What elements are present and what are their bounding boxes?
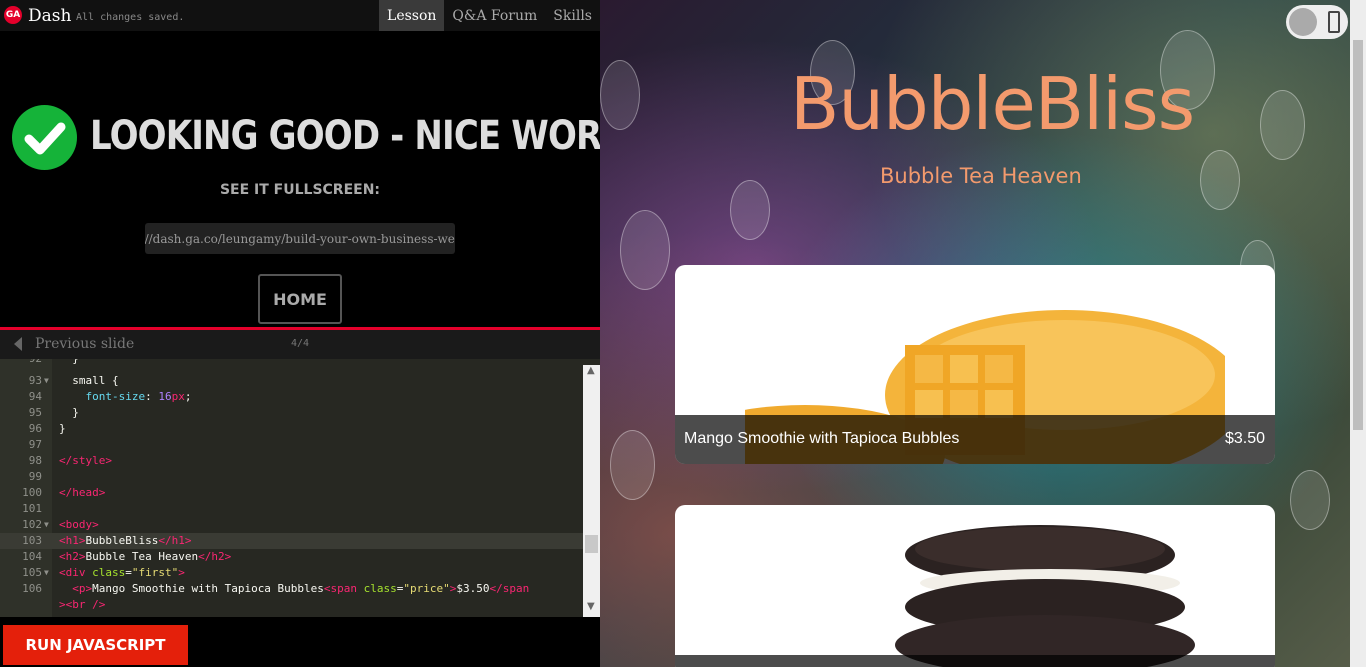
code-line: ><br /> bbox=[59, 598, 106, 611]
line-number: 92 bbox=[0, 359, 42, 367]
app-title: Dash bbox=[28, 6, 72, 26]
previous-arrow-icon[interactable] bbox=[14, 337, 22, 351]
success-headline: LOOKING GOOD - NICE WORK! bbox=[90, 113, 642, 159]
line-number: 101 bbox=[22, 502, 42, 515]
bokeh-bubble bbox=[610, 430, 655, 500]
bokeh-bubble bbox=[730, 180, 770, 240]
bokeh-bubble bbox=[1200, 150, 1240, 210]
line-number: 95 bbox=[28, 406, 42, 419]
checkmark-icon bbox=[12, 105, 77, 170]
line-number: 98 bbox=[28, 454, 42, 467]
code-line: small { bbox=[59, 374, 119, 387]
bokeh-bubble bbox=[600, 60, 640, 130]
previous-slide-button[interactable]: Previous slide bbox=[35, 336, 134, 352]
bokeh-bubble bbox=[1290, 470, 1330, 530]
lesson-panel: GA Dash All changes saved. Lesson Q&A Fo… bbox=[0, 0, 642, 667]
preview-pane: BubbleBliss Bubble Tea Heaven Mango Smoo… bbox=[600, 0, 1366, 667]
slide-counter: 4/4 bbox=[291, 338, 310, 349]
item-name: Mango Smoothie with Tapioca Bubbles bbox=[684, 430, 960, 447]
cookie-image bbox=[895, 525, 1195, 667]
item-caption: Mango Smoothie with Tapioca Bubbles $3.5… bbox=[675, 415, 1275, 464]
fold-arrow-icon[interactable]: ▼ bbox=[44, 517, 49, 533]
device-toggle[interactable] bbox=[1286, 5, 1348, 39]
code-line: font-size: 16px; bbox=[85, 390, 192, 403]
line-number: 104 bbox=[22, 550, 42, 563]
scroll-thumb[interactable] bbox=[585, 535, 598, 553]
tab-lesson[interactable]: Lesson bbox=[379, 0, 445, 31]
code-line: <h2>Bubble Tea Heaven</h2> bbox=[59, 550, 232, 563]
line-number: 99 bbox=[28, 470, 42, 483]
code-line: } bbox=[59, 422, 66, 435]
item-price: $3.50 bbox=[1224, 430, 1265, 447]
line-number: 97 bbox=[28, 438, 42, 451]
scroll-down-icon[interactable]: ▼ bbox=[587, 601, 595, 612]
tab-skills[interactable]: Skills bbox=[545, 0, 600, 31]
site-subtitle: Bubble Tea Heaven bbox=[880, 164, 1082, 188]
fullscreen-label: SEE IT FULLSCREEN: bbox=[219, 182, 381, 198]
home-button[interactable]: HOME bbox=[258, 274, 342, 324]
top-bar: GA Dash All changes saved. Lesson Q&A Fo… bbox=[0, 0, 600, 31]
bokeh-bubble bbox=[1260, 90, 1305, 160]
bokeh-bubble bbox=[620, 210, 670, 290]
site-title: BubbleBliss bbox=[790, 62, 1195, 146]
line-number: 100 bbox=[22, 486, 42, 499]
code-line: <h1>BubbleBliss</h1> bbox=[59, 534, 192, 547]
save-status: All changes saved. bbox=[76, 12, 185, 23]
line-number: 103 bbox=[22, 534, 42, 547]
fullscreen-url-field[interactable]: http://dash.ga.co/leungamy/build-your-ow… bbox=[145, 223, 455, 254]
line-number: 94 bbox=[28, 390, 42, 403]
line-number: 93 bbox=[28, 374, 42, 387]
code-line: <p>Mango Smoothie with Tapioca Bubbles<s… bbox=[72, 582, 530, 595]
menu-item-card: Mango Smoothie with Tapioca Bubbles $3.5… bbox=[675, 265, 1275, 464]
ga-logo[interactable]: GA bbox=[4, 6, 22, 24]
code-line: </style> bbox=[59, 454, 112, 467]
fold-arrow-icon[interactable]: ▼ bbox=[44, 373, 49, 389]
code-line: } bbox=[59, 406, 79, 419]
code-line: } bbox=[59, 359, 79, 367]
editor-scrollbar[interactable]: ▲ ▼ bbox=[583, 365, 600, 617]
tab-qa-forum[interactable]: Q&A Forum bbox=[444, 0, 545, 31]
line-number: 102 bbox=[22, 518, 42, 531]
item-caption bbox=[675, 655, 1275, 667]
preview-scrollbar[interactable] bbox=[1350, 0, 1366, 667]
line-number: 96 bbox=[28, 422, 42, 435]
scroll-up-icon[interactable]: ▲ bbox=[587, 365, 595, 376]
menu-item-card bbox=[675, 505, 1275, 667]
run-javascript-button[interactable]: RUN JAVASCRIPT bbox=[3, 625, 188, 665]
fold-arrow-icon[interactable]: ▼ bbox=[44, 565, 49, 581]
toggle-knob[interactable] bbox=[1289, 8, 1317, 36]
phone-icon[interactable] bbox=[1328, 11, 1340, 33]
code-line: <body> bbox=[59, 518, 99, 531]
top-nav: Lesson Q&A Forum Skills bbox=[379, 0, 600, 31]
scroll-thumb[interactable] bbox=[1353, 40, 1363, 430]
success-area: LOOKING GOOD - NICE WORK! SEE IT FULLSCR… bbox=[0, 31, 642, 327]
line-number: 106 bbox=[22, 582, 42, 595]
code-line: </head> bbox=[59, 486, 106, 499]
line-number: 105 bbox=[22, 566, 42, 579]
run-bar: RUN JAVASCRIPT bbox=[0, 617, 600, 667]
code-line: <div class="first"> bbox=[59, 566, 185, 579]
code-editor[interactable]: 92 93 94 95 96 97 98 99 100 101 102 103 … bbox=[0, 359, 600, 617]
slide-navigation: Previous slide 4/4 bbox=[0, 327, 600, 359]
